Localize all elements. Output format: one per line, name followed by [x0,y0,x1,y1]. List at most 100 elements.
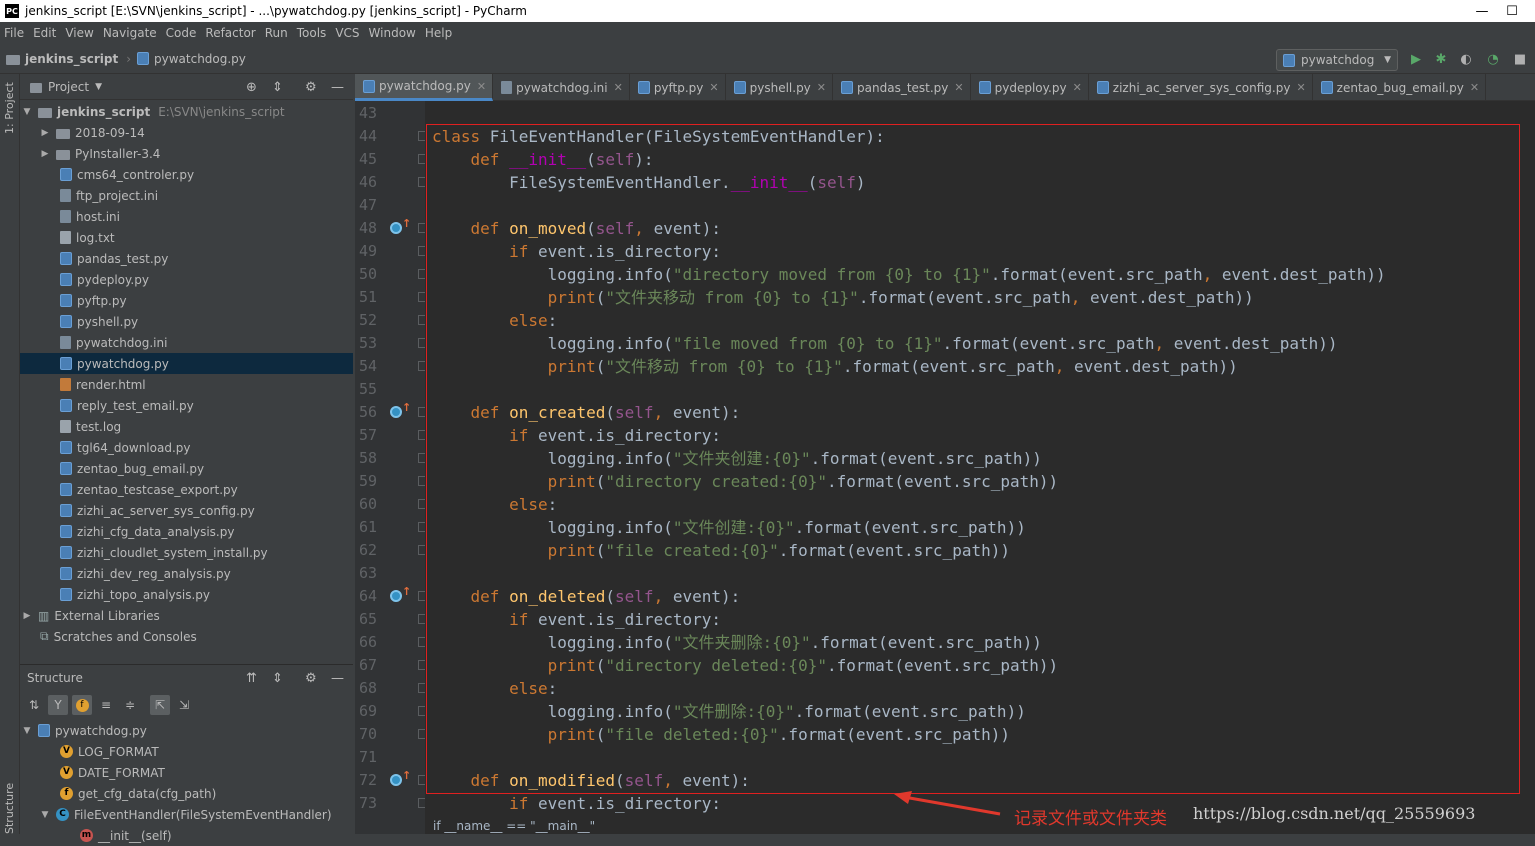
project-tree-item[interactable]: ▶ 2018-09-14 [20,122,353,143]
editor-tab[interactable]: zizhi_ac_server_sys_config.py ✕ [1089,74,1313,101]
show-inherited-icon[interactable]: Y [48,695,68,715]
expand-arrow-icon[interactable]: ▶ [40,128,50,138]
project-tree-item[interactable]: zizhi_topo_analysis.py [20,584,353,605]
structure-tree-item[interactable]: V LOG_FORMAT [20,741,353,762]
project-tree-item[interactable]: pywatchdog.py [20,353,353,374]
close-icon[interactable]: ✕ [1073,81,1082,94]
menu-item-help[interactable]: Help [425,26,452,40]
project-tree-item[interactable]: pydeploy.py [20,269,353,290]
menu-item-run[interactable]: Run [265,26,288,40]
close-icon[interactable]: ✕ [477,80,486,93]
hide-panel-icon[interactable]: — [331,665,344,691]
project-tree-item[interactable]: pyftp.py [20,290,353,311]
project-tree-item[interactable]: render.html [20,374,353,395]
scroll-from-source-icon[interactable]: ⊕ [246,74,257,100]
editor-tab[interactable]: pywatchdog.ini ✕ [493,74,630,101]
structure-tree-item[interactable]: V DATE_FORMAT [20,762,353,783]
hide-panel-icon[interactable]: — [331,74,344,100]
autoscroll-to-source-icon[interactable]: ⇱ [150,695,170,715]
menu-item-window[interactable]: Window [369,26,416,40]
collapse-all-icon[interactable]: ⇕ [272,665,283,691]
coverage-icon[interactable]: ◐ [1458,51,1474,67]
maximize-icon[interactable]: ☐ [1497,0,1527,22]
project-tree-item[interactable]: tgl64_download.py [20,437,353,458]
editor-tab[interactable]: pyftp.py ✕ [630,74,726,101]
sort-alpha-icon[interactable]: ⇅ [24,695,44,715]
override-marker-icon[interactable] [390,590,402,602]
project-tree-item[interactable]: reply_test_email.py [20,395,353,416]
editor-tab[interactable]: zentao_bug_email.py ✕ [1313,74,1487,101]
expand-arrow-icon[interactable]: ▼ [22,726,32,736]
profile-icon[interactable]: ◔ [1485,51,1501,67]
override-marker-icon[interactable] [390,406,402,418]
line-number: 65 [358,610,377,628]
menu-item-file[interactable]: File [4,26,24,40]
editor-tab[interactable]: pandas_test.py ✕ [833,74,971,101]
project-tree-item[interactable]: zentao_bug_email.py [20,458,353,479]
project-tree-item[interactable]: zentao_testcase_export.py [20,479,353,500]
project-tree-item[interactable]: host.ini [20,206,353,227]
expand-all-structure-icon[interactable]: ≡ [96,695,116,715]
project-tree-item[interactable]: ▶ PyInstaller-3.4 [20,143,353,164]
project-tree-item[interactable]: pywatchdog.ini [20,332,353,353]
close-icon[interactable]: ✕ [709,81,718,94]
expand-arrow-icon[interactable]: ▼ [40,810,50,820]
editor-tab[interactable]: pydeploy.py ✕ [971,74,1089,101]
editor-tab[interactable]: pyshell.py ✕ [726,74,834,101]
menu-item-code[interactable]: Code [166,26,197,40]
run-icon[interactable]: ▶ [1408,51,1424,67]
close-icon[interactable]: ✕ [614,81,623,94]
project-panel-title[interactable]: Project [48,80,89,94]
run-configuration-select[interactable]: pywatchdog ▼ [1276,49,1398,71]
gear-icon[interactable]: ⚙ [305,74,317,100]
menu-item-tools[interactable]: Tools [297,26,327,40]
editor-tab[interactable]: pywatchdog.py ✕ [355,74,494,101]
menu-item-refactor[interactable]: Refactor [205,26,255,40]
close-icon[interactable]: ✕ [954,81,963,94]
override-marker-icon[interactable] [390,222,402,234]
debug-icon[interactable]: ✱ [1433,51,1449,67]
gear-icon[interactable]: ⚙ [305,665,317,691]
project-tree-item[interactable]: ftp_project.ini [20,185,353,206]
tree-root[interactable]: ▼ jenkins_script E:\SVN\jenkins_script [20,101,353,122]
project-tool-window-button[interactable]: 1: Project [3,82,16,134]
menu-item-edit[interactable]: Edit [33,26,56,40]
structure-tree-item-label: LOG_FORMAT [78,744,159,759]
breadcrumb-project[interactable]: jenkins_script [6,52,118,66]
expand-arrow-icon[interactable]: ▶ [22,611,32,621]
external-libraries[interactable]: ▶ ▥ External Libraries [20,605,353,626]
project-tree-item[interactable]: zizhi_cloudlet_system_install.py [20,542,353,563]
override-marker-icon[interactable] [390,774,402,786]
structure-tree-item[interactable]: ▼ C FileEventHandler(FileSystemEventHandle… [20,804,353,825]
menu-item-view[interactable]: View [65,26,93,40]
menu-item-vcs[interactable]: VCS [335,26,359,40]
menu-item-navigate[interactable]: Navigate [103,26,157,40]
close-icon[interactable]: ✕ [1296,81,1305,94]
show-fields-icon[interactable]: f [72,695,92,715]
project-tree-item[interactable]: log.txt [20,227,353,248]
scratches-and-consoles[interactable]: ⧉ Scratches and Consoles [20,626,353,647]
collapse-all-icon[interactable]: ⇕ [272,74,283,100]
structure-root[interactable]: ▼ pywatchdog.py [20,720,353,741]
minimize-icon[interactable]: — [1467,0,1497,22]
project-tree-item[interactable]: pandas_test.py [20,248,353,269]
breadcrumb-file[interactable]: pywatchdog.py [137,52,246,66]
structure-tool-window-button[interactable]: Structure [3,783,16,834]
project-tree-item[interactable]: zizhi_cfg_data_analysis.py [20,521,353,542]
project-tree-item[interactable]: zizhi_dev_reg_analysis.py [20,563,353,584]
structure-tree-item[interactable]: f get_cfg_data(cfg_path) [20,783,353,804]
project-tree-item[interactable]: pyshell.py [20,311,353,332]
close-icon[interactable]: ✕ [817,81,826,94]
collapse-all-structure-icon[interactable]: ≑ [120,695,140,715]
expand-arrow-icon[interactable]: ▼ [22,107,32,117]
stop-icon[interactable]: ■ [1512,51,1528,67]
autoscroll-from-source-icon[interactable]: ⇲ [174,695,194,715]
chevron-down-icon[interactable]: ▼ [95,82,102,92]
project-tree-item[interactable]: cms64_controler.py [20,164,353,185]
structure-tree-item[interactable]: m __init__(self) [20,825,353,846]
close-icon[interactable]: ✕ [1470,81,1479,94]
project-tree-item[interactable]: zizhi_ac_server_sys_config.py [20,500,353,521]
project-tree-item[interactable]: test.log [20,416,353,437]
expand-all-icon[interactable]: ⇈ [246,665,257,691]
expand-arrow-icon[interactable]: ▶ [40,149,50,159]
